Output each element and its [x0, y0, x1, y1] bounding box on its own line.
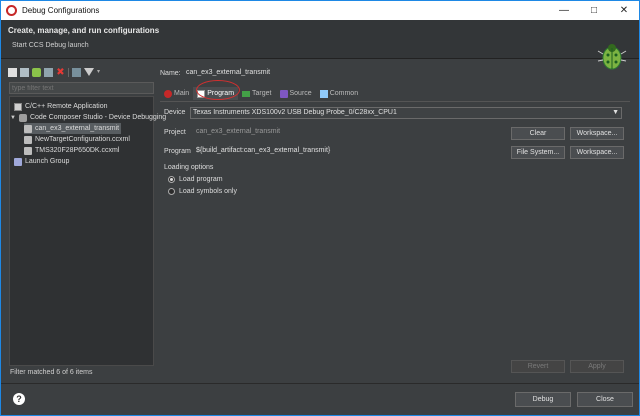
project-workspace-button[interactable]: Workspace...	[570, 127, 624, 140]
apply-button[interactable]: Apply	[570, 360, 624, 373]
launch-group-icon	[14, 157, 22, 166]
load-program-label: Load program	[179, 176, 223, 183]
config-list-panel: ✖ ▾ C/C++ Remote Application ▼ Code Comp…	[5, 65, 166, 380]
tree-item-label: can_ex3_external_transmit	[35, 125, 120, 132]
load-program-radio[interactable]: Load program	[168, 176, 223, 183]
file-system-button[interactable]: File System...	[511, 146, 565, 159]
export-icon[interactable]	[32, 67, 41, 77]
revert-button[interactable]: Revert	[511, 360, 565, 373]
tree-item-label: Launch Group	[25, 158, 70, 165]
header-subtitle: Start CCS Debug launch	[12, 42, 89, 49]
tab-label: Target	[252, 90, 272, 97]
project-field[interactable]: can_ex3_external_transmit	[194, 127, 494, 139]
common-icon	[319, 89, 328, 98]
filter-icon[interactable]	[84, 68, 94, 76]
tab-target[interactable]: Target	[238, 87, 275, 100]
tree-item-can-ex3[interactable]: can_ex3_external_transmit	[24, 123, 122, 134]
config-icon	[24, 135, 32, 144]
new-config-icon[interactable]	[8, 67, 17, 77]
tree-item-launch-group[interactable]: Launch Group	[14, 156, 69, 167]
tree-item-label: NewTargetConfiguration.ccxml	[35, 136, 130, 143]
tab-main[interactable]: Main	[160, 87, 193, 100]
filter-input[interactable]	[9, 82, 154, 94]
maximize-button[interactable]: □	[579, 1, 609, 20]
tab-common[interactable]: Common	[316, 87, 362, 100]
header-title: Create, manage, and run configurations	[8, 26, 160, 35]
config-tabs: Main Program Target Source Common	[160, 87, 362, 100]
program-label: Program	[164, 148, 191, 155]
source-icon	[279, 89, 288, 98]
dialog-window: Debug Configurations — □ ✕ Create, manag…	[0, 0, 640, 416]
tab-divider	[160, 101, 630, 102]
config-icon	[24, 146, 32, 155]
collapse-all-icon[interactable]	[72, 67, 81, 77]
chevron-down-icon: ▼	[612, 109, 619, 116]
help-icon[interactable]: ?	[13, 393, 25, 405]
program-workspace-button[interactable]: Workspace...	[570, 146, 624, 159]
tree-item-newtarget[interactable]: NewTargetConfiguration.ccxml	[24, 134, 130, 145]
close-button[interactable]: Close	[577, 392, 633, 407]
ccs-icon	[18, 113, 27, 122]
tab-label: Common	[329, 90, 359, 97]
filter-status: Filter matched 6 of 6 items	[10, 369, 93, 376]
loading-options-label: Loading options	[164, 164, 214, 171]
dialog-footer: ? Debug Close	[1, 383, 639, 415]
tree-item-ccs[interactable]: ▼ Code Composer Studio - Device Debuggin…	[10, 112, 166, 123]
load-symbols-label: Load symbols only	[179, 188, 237, 195]
project-label: Project	[164, 129, 186, 136]
clear-button[interactable]: Clear	[511, 127, 565, 140]
annotation-circle	[196, 80, 240, 100]
minimize-button[interactable]: —	[549, 1, 579, 20]
new-prototype-icon[interactable]	[20, 67, 29, 77]
tree-item-label: C/C++ Remote Application	[25, 103, 108, 110]
load-symbols-radio[interactable]: Load symbols only	[168, 188, 237, 195]
chevron-down-icon[interactable]: ▾	[97, 68, 103, 77]
radio-unchecked-icon	[168, 188, 175, 195]
title-bar: Debug Configurations — □ ✕	[1, 1, 639, 20]
dialog-header: Create, manage, and run configurations S…	[1, 20, 639, 70]
tab-label: Source	[289, 90, 312, 97]
device-value: Texas Instruments XDS100v2 USB Debug Pro…	[193, 109, 397, 116]
window-title: Debug Configurations	[22, 6, 100, 15]
program-field[interactable]: ${build_artifact:can_ex3_external_transm…	[194, 146, 504, 158]
main-icon	[164, 89, 172, 98]
tab-label: Main	[174, 90, 190, 97]
delete-icon[interactable]: ✖	[56, 67, 65, 77]
target-icon	[242, 90, 251, 97]
duplicate-icon[interactable]	[44, 67, 53, 77]
name-label: Name:	[160, 70, 181, 77]
tree-item-label: TMS320F28P650DK.ccxml	[35, 147, 120, 154]
config-toolbar: ✖ ▾	[5, 65, 154, 79]
device-label: Device	[164, 109, 186, 116]
toolbar-divider	[68, 67, 69, 77]
config-tree: C/C++ Remote Application ▼ Code Composer…	[9, 96, 166, 366]
chevron-down-icon: ▼	[10, 114, 16, 121]
config-icon	[24, 124, 32, 133]
c-app-icon	[14, 102, 22, 111]
tree-item-c-remote[interactable]: C/C++ Remote Application	[14, 101, 108, 112]
close-window-button[interactable]: ✕	[609, 1, 639, 20]
name-field[interactable]: can_ex3_external_transmit	[184, 68, 624, 80]
debug-button[interactable]: Debug	[515, 392, 571, 407]
tree-item-label: Code Composer Studio - Device Debugging	[29, 114, 167, 121]
device-select[interactable]: Texas Instruments XDS100v2 USB Debug Pro…	[190, 107, 622, 119]
config-detail-panel: Name: can_ex3_external_transmit Main Pro…	[158, 65, 635, 380]
tree-item-tms320[interactable]: TMS320F28P650DK.ccxml	[24, 145, 119, 156]
radio-checked-icon	[168, 176, 175, 183]
tab-source[interactable]: Source	[276, 87, 316, 100]
app-icon	[6, 5, 17, 16]
